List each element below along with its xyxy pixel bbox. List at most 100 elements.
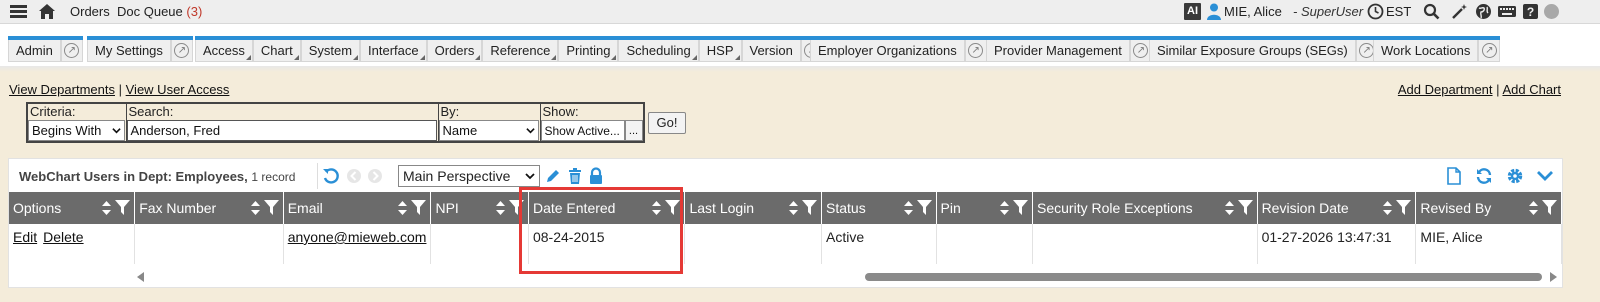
hamburger-menu-icon[interactable]: [10, 5, 27, 19]
add-chart-link[interactable]: Add Chart: [1502, 82, 1561, 97]
sort-icon[interactable]: [1528, 200, 1539, 215]
ai-icon[interactable]: AI: [1184, 3, 1201, 20]
sort-icon[interactable]: [903, 200, 914, 215]
edit-link[interactable]: Edit: [13, 229, 37, 245]
scrollbar-thumb[interactable]: [865, 273, 1542, 281]
scroll-right-arrow[interactable]: [1550, 272, 1557, 282]
tab-admin[interactable]: Admin: [8, 40, 61, 62]
tab-reference[interactable]: Reference: [482, 40, 559, 62]
orders-link[interactable]: Orders: [70, 4, 110, 19]
delete-link[interactable]: Delete: [43, 229, 83, 245]
column-header-email[interactable]: Email: [283, 192, 432, 224]
tab-scheduling[interactable]: Scheduling: [618, 40, 699, 62]
globe-icon[interactable]: [1475, 3, 1492, 20]
last-login-cell: [684, 224, 823, 264]
sort-icon[interactable]: [397, 200, 408, 215]
sort-icon[interactable]: [1224, 200, 1235, 215]
filter-icon[interactable]: [665, 200, 681, 215]
show-more-button[interactable]: ...: [624, 120, 643, 141]
edit-pencil-icon[interactable]: [544, 167, 562, 185]
column-header-revision-date[interactable]: Revision Date: [1257, 192, 1417, 224]
perspective-select[interactable]: Main Perspective: [398, 165, 540, 187]
tab-access[interactable]: Access: [195, 40, 253, 62]
tab-my-settings[interactable]: My Settings: [87, 40, 171, 62]
go-button[interactable]: Go!: [648, 112, 686, 134]
sort-icon[interactable]: [101, 200, 112, 215]
tab-interface[interactable]: Interface: [360, 40, 427, 62]
help-icon[interactable]: ?: [1522, 3, 1539, 20]
sort-icon[interactable]: [495, 200, 506, 215]
column-header-fax-number[interactable]: Fax Number: [134, 192, 284, 224]
open-external-icon[interactable]: ↗: [964, 40, 987, 62]
criteria-select[interactable]: Begins With: [28, 120, 125, 141]
view-user-access-link[interactable]: View User Access: [126, 82, 230, 97]
filter-icon[interactable]: [1396, 200, 1412, 215]
open-external-icon[interactable]: ↗: [1478, 40, 1501, 62]
clock-icon[interactable]: [1367, 3, 1384, 20]
keyboard-icon[interactable]: [1497, 3, 1517, 20]
lock-icon[interactable]: [587, 167, 605, 185]
user-icon[interactable]: [1207, 3, 1221, 20]
horizontal-scrollbar[interactable]: [137, 271, 1557, 283]
tab-printing[interactable]: Printing: [558, 40, 619, 62]
doc-queue-link[interactable]: Doc Queue (3): [117, 4, 202, 19]
filter-icon[interactable]: [1013, 200, 1029, 215]
column-header-revised-by[interactable]: Revised By: [1415, 192, 1562, 224]
show-field[interactable]: Show Active...: [540, 120, 625, 141]
column-header-last-login[interactable]: Last Login: [684, 192, 823, 224]
filter-icon[interactable]: [802, 200, 818, 215]
trash-icon[interactable]: [566, 167, 584, 185]
tab-hsp[interactable]: HSP: [698, 40, 742, 62]
email-link[interactable]: anyone@mieweb.com: [288, 229, 427, 245]
sort-icon[interactable]: [651, 200, 662, 215]
magic-wand-icon[interactable]: [1451, 3, 1468, 20]
filter-icon[interactable]: [115, 200, 131, 215]
new-document-icon[interactable]: [1445, 167, 1463, 185]
status-icon[interactable]: [1543, 3, 1560, 20]
undo-icon[interactable]: [322, 167, 340, 185]
external-arrow-icon: ↗: [174, 43, 190, 58]
filter-icon[interactable]: [411, 200, 427, 215]
tab-version[interactable]: Version: [741, 40, 801, 62]
tab-chart[interactable]: Chart: [252, 40, 301, 62]
filter-icon[interactable]: [508, 200, 524, 215]
by-select[interactable]: Name: [438, 120, 539, 141]
tab-similar-exposure-groups-segs[interactable]: Similar Exposure Groups (SEGs): [1149, 40, 1356, 62]
menu-triangle-icon: [245, 55, 251, 60]
sort-icon[interactable]: [250, 200, 261, 215]
sort-icon[interactable]: [788, 200, 799, 215]
column-header-security-role-exceptions[interactable]: Security Role Exceptions: [1032, 192, 1258, 224]
scroll-left-arrow[interactable]: [137, 272, 144, 282]
view-departments-link[interactable]: View Departments: [9, 82, 115, 97]
filter-icon[interactable]: [1237, 200, 1253, 215]
tab-system[interactable]: System: [300, 40, 361, 62]
filter-icon[interactable]: [1542, 200, 1557, 215]
filter-icon[interactable]: [263, 200, 279, 215]
column-header-label: Security Role Exceptions: [1037, 200, 1193, 216]
gear-icon[interactable]: [1506, 167, 1524, 185]
status-cell: Active: [821, 224, 937, 264]
sort-icon[interactable]: [999, 200, 1010, 215]
filter-icon[interactable]: [916, 200, 932, 215]
column-header-date-entered[interactable]: Date Entered: [528, 192, 686, 224]
column-header-npi[interactable]: NPI: [430, 192, 529, 224]
search-input[interactable]: Anderson, Fred: [126, 120, 437, 141]
add-department-link[interactable]: Add Department: [1398, 82, 1493, 97]
user-name[interactable]: MIE, Alice: [1224, 4, 1282, 19]
refresh-icon[interactable]: [1475, 167, 1493, 185]
search-icon[interactable]: [1423, 3, 1440, 20]
tab-employer-organizations[interactable]: Employer Organizations: [810, 40, 965, 62]
open-external-icon[interactable]: ↗: [60, 40, 83, 62]
column-header-options[interactable]: Options: [9, 192, 136, 224]
column-header-pin[interactable]: Pin: [936, 192, 1034, 224]
sort-icon[interactable]: [1382, 200, 1393, 215]
open-external-icon[interactable]: ↗: [170, 40, 193, 62]
tab-provider-management[interactable]: Provider Management: [986, 40, 1130, 62]
column-header-status[interactable]: Status: [821, 192, 937, 224]
chevron-down-icon[interactable]: [1536, 167, 1554, 185]
tab-work-locations[interactable]: Work Locations: [1373, 40, 1479, 62]
previous-icon[interactable]: [345, 167, 363, 185]
tab-orders[interactable]: Orders: [426, 40, 483, 62]
next-icon[interactable]: [366, 167, 384, 185]
home-icon[interactable]: [38, 3, 56, 20]
